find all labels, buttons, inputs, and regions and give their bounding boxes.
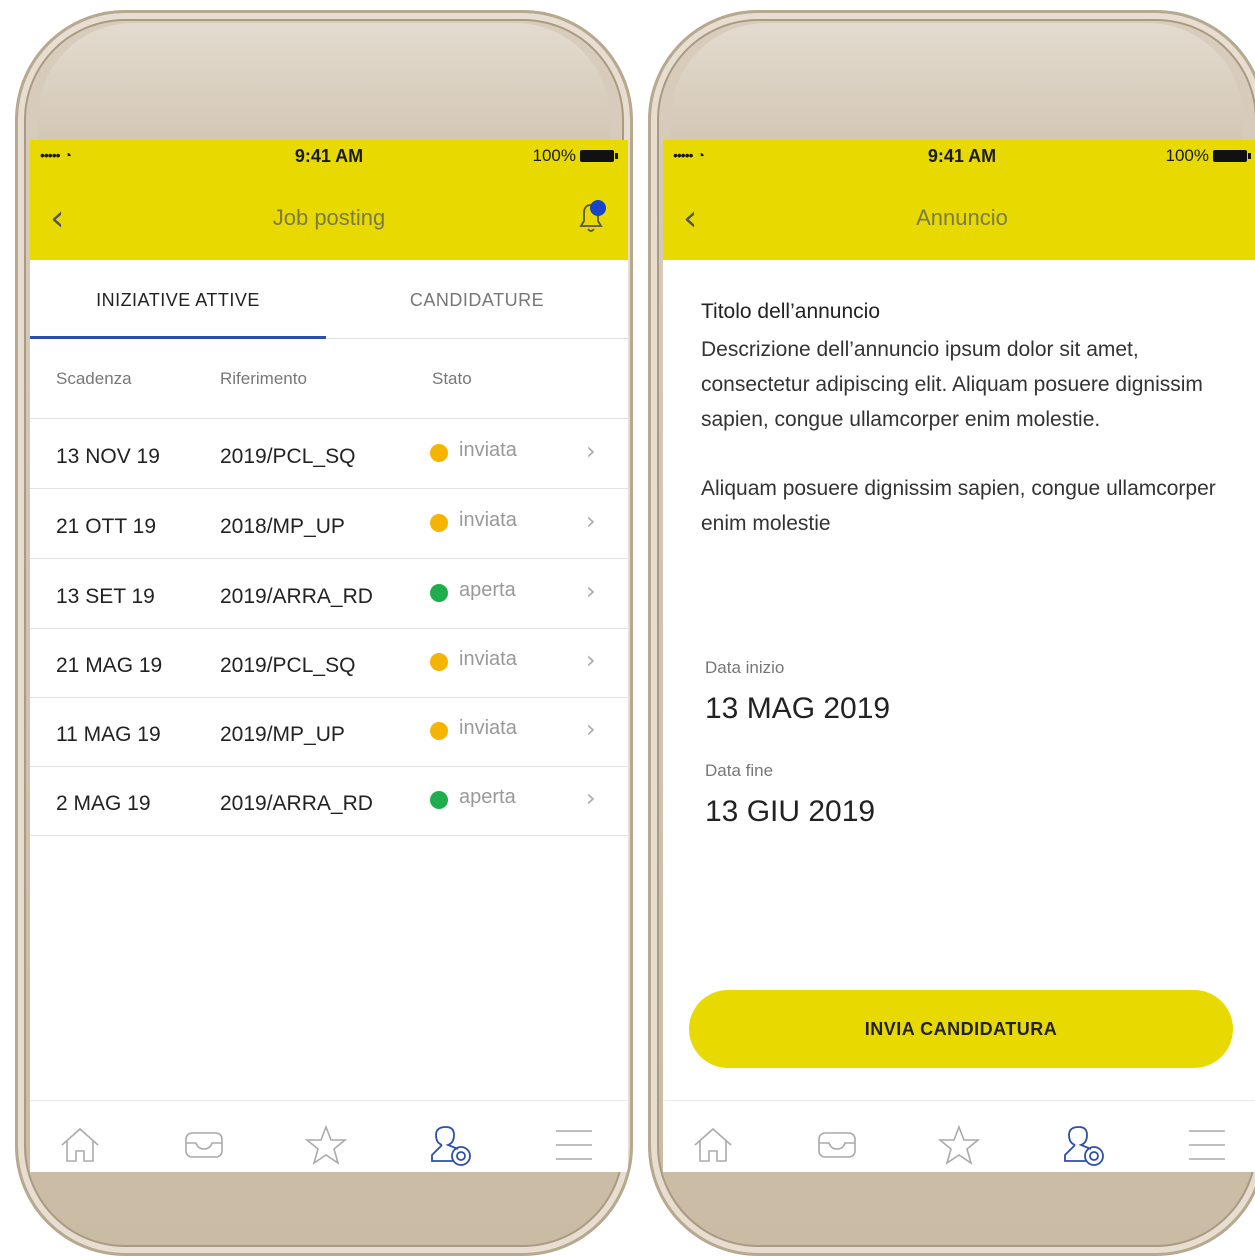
row-reference: 2019/ARRA_RD bbox=[220, 585, 373, 608]
invia-candidatura-button[interactable]: INVIA CANDIDATURA bbox=[689, 990, 1233, 1068]
row-reference: 2018/MP_UP bbox=[220, 515, 345, 538]
chevron-right-icon: › bbox=[586, 784, 596, 812]
status-bar: ••••• ◔ 9:41 AM 100% bbox=[663, 140, 1255, 172]
status-dot-icon bbox=[430, 791, 448, 809]
start-date-value: 13 MAG 2019 bbox=[705, 692, 891, 725]
status-dot-icon bbox=[430, 722, 448, 740]
chevron-right-icon: › bbox=[586, 646, 596, 674]
profile-target-icon[interactable] bbox=[1061, 1123, 1105, 1167]
navbar: ‹ Job posting bbox=[30, 195, 628, 245]
tab-iniziative-attive[interactable]: INIZIATIVE ATTIVE bbox=[30, 290, 326, 311]
table-row[interactable]: 13 NOV 19 2019/PCL_SQ inviata › bbox=[30, 419, 628, 489]
table-row[interactable]: 21 OTT 19 2018/MP_UP inviata › bbox=[30, 489, 628, 559]
row-date: 13 SET 19 bbox=[56, 585, 155, 608]
table-row[interactable]: 2 MAG 19 2019/ARRA_RD aperta › bbox=[30, 766, 628, 836]
battery-indicator: 100% bbox=[1166, 146, 1251, 166]
table-header: Scadenza Riferimento Stato bbox=[30, 338, 628, 419]
row-date: 21 OTT 19 bbox=[56, 515, 156, 538]
profile-target-icon[interactable] bbox=[428, 1123, 472, 1167]
column-stato: Stato bbox=[432, 369, 472, 388]
table-row[interactable]: 21 MAG 19 2019/PCL_SQ inviata › bbox=[30, 628, 628, 698]
home-icon[interactable] bbox=[691, 1123, 735, 1167]
menu-icon[interactable] bbox=[552, 1123, 596, 1167]
column-scadenza: Scadenza bbox=[56, 369, 132, 388]
row-status: inviata bbox=[459, 648, 517, 670]
menu-icon[interactable] bbox=[1185, 1123, 1229, 1167]
start-date-label: Data inizio bbox=[705, 658, 785, 677]
table-row[interactable]: 13 SET 19 2019/ARRA_RD aperta › bbox=[30, 559, 628, 629]
star-icon[interactable] bbox=[937, 1123, 981, 1167]
row-reference: 2019/MP_UP bbox=[220, 723, 345, 746]
tab-candidature[interactable]: CANDIDATURE bbox=[326, 290, 628, 311]
status-bar: ••••• ◔ 9:41 AM 100% bbox=[30, 140, 628, 172]
chevron-right-icon: › bbox=[586, 507, 596, 535]
chevron-right-icon: › bbox=[586, 715, 596, 743]
app-header: ••••• ◔ 9:41 AM 100% ‹ Annuncio bbox=[663, 140, 1255, 260]
status-dot-icon bbox=[430, 653, 448, 671]
screen-annuncio: ••••• ◔ 9:41 AM 100% ‹ Annuncio Titolo de… bbox=[663, 140, 1255, 1172]
status-dot-icon bbox=[430, 514, 448, 532]
navbar: ‹ Annuncio bbox=[663, 195, 1255, 245]
row-date: 2 MAG 19 bbox=[56, 792, 151, 815]
app-header: ••••• ◔ 9:41 AM 100% ‹ Job posting bbox=[30, 140, 628, 260]
phone-frame-left: ••••• ◔ 9:41 AM 100% ‹ Job posting INIZIA… bbox=[15, 10, 633, 1256]
phone-bezel bbox=[671, 23, 1243, 143]
page-title: Annuncio bbox=[916, 205, 1008, 230]
notification-bell-icon[interactable] bbox=[574, 199, 608, 235]
row-status: inviata bbox=[459, 717, 517, 739]
tabs: INIZIATIVE ATTIVE CANDIDATURE bbox=[30, 260, 628, 339]
phone-bezel bbox=[38, 23, 610, 143]
battery-icon bbox=[580, 150, 618, 162]
row-date: 11 MAG 19 bbox=[56, 723, 161, 746]
table-row[interactable]: 11 MAG 19 2019/MP_UP inviata › bbox=[30, 697, 628, 767]
bottom-tab-bar bbox=[30, 1100, 628, 1172]
row-reference: 2019/PCL_SQ bbox=[220, 654, 356, 677]
row-reference: 2019/PCL_SQ bbox=[220, 445, 356, 468]
ad-content: Titolo dell’annuncio Descrizione dell’an… bbox=[701, 300, 1231, 541]
row-status: inviata bbox=[459, 509, 517, 531]
row-status: aperta bbox=[459, 786, 516, 808]
home-icon[interactable] bbox=[58, 1123, 102, 1167]
ad-description: Descrizione dell’annuncio ipsum dolor si… bbox=[701, 338, 1203, 431]
row-reference: 2019/ARRA_RD bbox=[220, 792, 373, 815]
chevron-right-icon: › bbox=[586, 437, 596, 465]
battery-indicator: 100% bbox=[533, 146, 618, 166]
phone-frame-right: ••••• ◔ 9:41 AM 100% ‹ Annuncio Titolo de… bbox=[648, 10, 1255, 1256]
inbox-icon[interactable] bbox=[182, 1123, 226, 1167]
screen-job-posting: ••••• ◔ 9:41 AM 100% ‹ Job posting INIZIA… bbox=[30, 140, 628, 1172]
row-date: 21 MAG 19 bbox=[56, 654, 163, 677]
inbox-icon[interactable] bbox=[815, 1123, 859, 1167]
column-riferimento: Riferimento bbox=[220, 369, 307, 388]
chevron-right-icon: › bbox=[586, 577, 596, 605]
row-status: inviata bbox=[459, 439, 517, 461]
end-date-label: Data fine bbox=[705, 761, 774, 780]
bottom-tab-bar bbox=[663, 1100, 1255, 1172]
status-dot-icon bbox=[430, 444, 448, 462]
ad-title: Titolo dell’annuncio bbox=[701, 300, 881, 323]
page-title: Job posting bbox=[272, 205, 386, 230]
status-dot-icon bbox=[430, 584, 448, 602]
row-status: aperta bbox=[459, 579, 516, 601]
ad-description-secondary: Aliquam posuere dignissim sapien, congue… bbox=[701, 477, 1216, 535]
row-date: 13 NOV 19 bbox=[56, 445, 160, 468]
star-icon[interactable] bbox=[304, 1123, 348, 1167]
end-date-value: 13 GIU 2019 bbox=[705, 795, 876, 828]
battery-icon bbox=[1213, 150, 1251, 162]
